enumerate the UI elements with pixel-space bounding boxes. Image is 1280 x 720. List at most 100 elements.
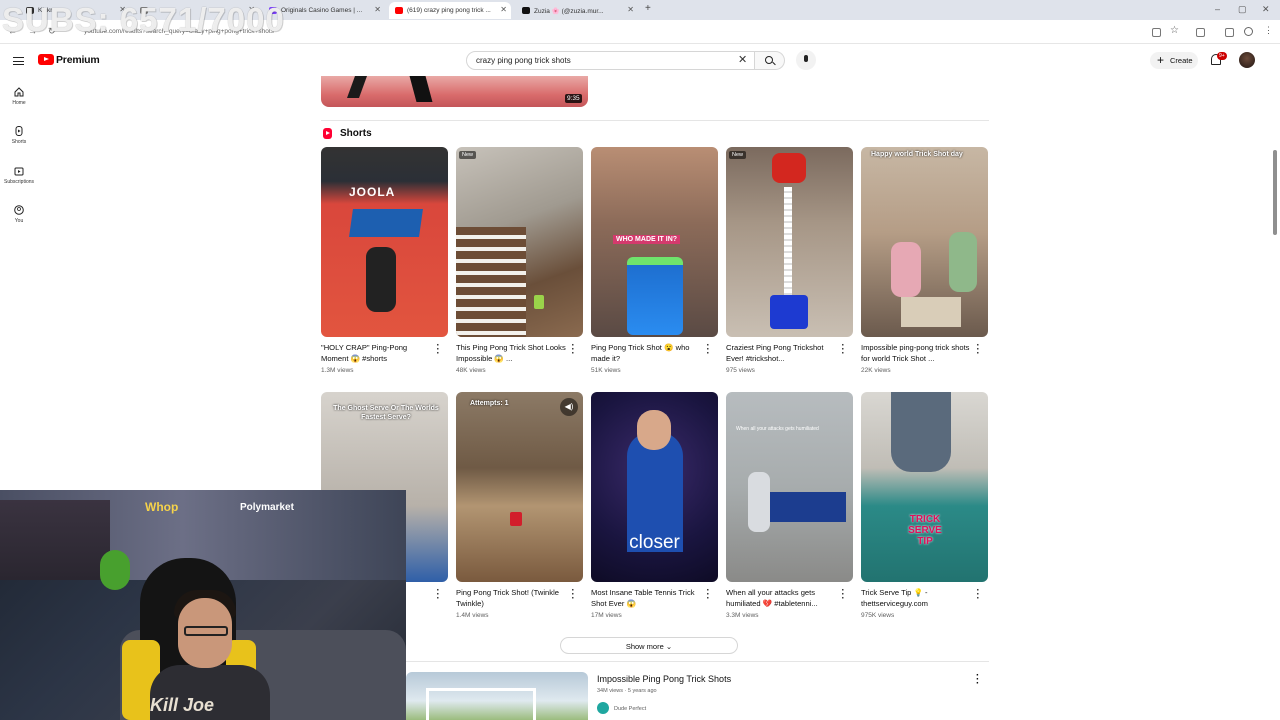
thumbnail-caption: TRICK SERVE TIP xyxy=(908,514,942,547)
cast-icon[interactable] xyxy=(1152,28,1161,37)
new-badge: New xyxy=(729,151,747,159)
short-views: 48K views xyxy=(456,367,486,374)
short-card[interactable]: WHO MADE IT IN? Ping Pong Trick Shot 😮 w… xyxy=(591,147,718,374)
bookmark-star-icon[interactable]: ☆ xyxy=(1170,25,1179,36)
shorts-icon xyxy=(15,126,23,136)
new-tab-icon[interactable]: + xyxy=(645,3,651,14)
short-views: 975 views xyxy=(726,367,755,374)
brand-label[interactable]: Premium xyxy=(56,54,100,66)
thumbnail-caption: When all your attacks gets humiliated xyxy=(736,426,819,432)
tab-close-icon[interactable]: ✕ xyxy=(374,5,381,14)
youtube-favicon xyxy=(395,7,403,14)
create-button[interactable]: + Create xyxy=(1150,52,1198,69)
more-options-icon[interactable]: · · · xyxy=(975,341,981,359)
more-options-icon[interactable]: · · · xyxy=(840,341,846,359)
sidebar-toggle-icon[interactable] xyxy=(1225,28,1234,37)
close-window-icon[interactable]: ✕ xyxy=(1262,4,1270,15)
short-views: 17M views xyxy=(591,612,622,619)
sidebar-item-home[interactable]: Home xyxy=(0,87,38,106)
mute-icon[interactable]: ◀) xyxy=(560,398,578,416)
more-options-icon[interactable]: · · · xyxy=(840,586,846,604)
more-options-icon[interactable]: · · · xyxy=(435,586,441,604)
short-title[interactable]: Trick Serve Tip 💡 - thettserviceguy.com xyxy=(861,587,973,609)
more-options-icon[interactable]: · · · xyxy=(975,586,981,604)
you-icon xyxy=(14,205,24,215)
video-thumbnail[interactable] xyxy=(406,672,588,720)
short-thumbnail[interactable]: JOOLA xyxy=(321,147,448,337)
search-button[interactable] xyxy=(755,51,785,70)
whop-sign: Whop xyxy=(145,500,179,514)
polymarket-sign: Polymarket xyxy=(240,502,294,513)
browser-tab[interactable]: Zuzia 🌸 (@zuzia.mur... ✕ xyxy=(516,2,638,19)
short-card[interactable]: closer Most Insane Table Tennis Trick Sh… xyxy=(591,392,718,619)
more-options-icon[interactable]: · · · xyxy=(705,586,711,604)
short-title[interactable]: Craziest Ping Pong Trickshot Ever! #tric… xyxy=(726,342,838,364)
maximize-icon[interactable]: ▢ xyxy=(1238,4,1247,15)
short-card[interactable]: TRICK SERVE TIP Trick Serve Tip 💡 - thet… xyxy=(861,392,988,619)
more-options-icon[interactable]: · · · xyxy=(570,341,576,359)
short-thumbnail[interactable]: WHO MADE IT IN? xyxy=(591,147,718,337)
sidebar-item-you[interactable]: You xyxy=(0,205,38,224)
short-views: 1.4M views xyxy=(456,612,489,619)
channel-avatar[interactable] xyxy=(597,702,609,714)
short-title[interactable]: This Ping Pong Trick Shot Looks Impossib… xyxy=(456,342,568,364)
short-card[interactable]: New Craziest Ping Pong Trickshot Ever! #… xyxy=(726,147,853,374)
profile-icon[interactable] xyxy=(1244,27,1253,36)
avatar[interactable] xyxy=(1239,52,1255,68)
short-title[interactable]: Ping Pong Trick Shot 😮 who made it? xyxy=(591,342,703,364)
more-options-icon[interactable]: · · · xyxy=(705,341,711,359)
short-thumbnail[interactable]: TRICK SERVE TIP xyxy=(861,392,988,582)
more-options-icon[interactable]: · · · xyxy=(435,341,441,359)
short-card[interactable]: Happy world Trick Shot day Impossible pi… xyxy=(861,147,988,374)
minimize-icon[interactable]: – xyxy=(1215,4,1220,14)
video-duration: 9:35 xyxy=(565,94,582,103)
home-icon xyxy=(14,87,24,97)
show-more-button[interactable]: Show more ⌄ xyxy=(560,637,738,654)
short-card[interactable]: JOOLA "HOLY CRAP" Ping-Pong Moment 😱 #sh… xyxy=(321,147,448,374)
browser-menu-icon[interactable]: ⋮ xyxy=(1264,25,1273,36)
channel-name[interactable]: Dude Perfect xyxy=(614,706,646,712)
short-thumbnail[interactable]: New xyxy=(456,147,583,337)
more-options-icon[interactable]: · · · xyxy=(976,671,979,689)
short-card[interactable]: When all your attacks gets humiliated Wh… xyxy=(726,392,853,619)
thumbnail-caption: The Ghost Serve Or The Worlds Fastest Se… xyxy=(333,405,439,421)
short-title[interactable]: "HOLY CRAP" Ping-Pong Moment 😱 #shorts xyxy=(321,342,433,364)
thumbnail-caption: WHO MADE IT IN? xyxy=(613,235,681,244)
short-title[interactable]: Most Insane Table Tennis Trick Shot Ever… xyxy=(591,587,703,609)
sidebar-item-shorts[interactable]: Shorts xyxy=(0,126,38,145)
subscriptions-icon xyxy=(14,167,24,176)
video-thumbnail[interactable] xyxy=(321,76,588,107)
search-input[interactable]: crazy ping pong trick shots xyxy=(466,51,755,70)
short-card[interactable]: New This Ping Pong Trick Shot Looks Impo… xyxy=(456,147,583,374)
short-thumbnail[interactable]: Happy world Trick Shot day xyxy=(861,147,988,337)
youtube-logo-icon[interactable] xyxy=(38,54,54,65)
more-options-icon[interactable]: · · · xyxy=(570,586,576,604)
extensions-icon[interactable] xyxy=(1196,28,1205,37)
short-card[interactable]: Attempts: 1 ◀) Ping Pong Trick Shot! (Tw… xyxy=(456,392,583,619)
tab-close-icon[interactable]: ✕ xyxy=(627,5,634,14)
plus-icon: + xyxy=(1157,53,1165,67)
short-views: 975K views xyxy=(861,612,895,619)
short-title[interactable]: Ping Pong Trick Shot! (Twinkle Twinkle) xyxy=(456,587,568,609)
voice-search-button[interactable] xyxy=(796,50,816,70)
short-thumbnail[interactable]: When all your attacks gets humiliated xyxy=(726,392,853,582)
subs-counter-overlay: SUBS: 6571/7000 xyxy=(2,1,285,38)
short-title[interactable]: When all your attacks gets humiliated 💔 … xyxy=(726,587,838,609)
short-thumbnail[interactable]: Attempts: 1 ◀) xyxy=(456,392,583,582)
sidebar-item-subscriptions[interactable]: Subscriptions xyxy=(0,166,38,185)
scrollbar-thumb[interactable] xyxy=(1273,150,1277,235)
video-meta: 34M views · 5 years ago xyxy=(597,688,657,694)
webcam-overlay: Whop Polymarket Kill Joe xyxy=(0,490,406,720)
short-views: 22K views xyxy=(861,367,891,374)
browser-tab-active[interactable]: (619) crazy ping pong trick ... ✕ xyxy=(389,2,511,19)
short-views: 1.3M views xyxy=(321,367,354,374)
video-title[interactable]: Impossible Ping Pong Trick Shots xyxy=(597,674,731,684)
tab-close-icon[interactable]: ✕ xyxy=(500,5,507,14)
short-thumbnail[interactable]: New xyxy=(726,147,853,337)
short-thumbnail[interactable]: closer xyxy=(591,392,718,582)
short-title[interactable]: Impossible ping-pong trick shots for wor… xyxy=(861,342,973,364)
divider xyxy=(321,120,989,121)
clear-search-icon[interactable]: ✕ xyxy=(738,53,747,66)
section-title: Shorts xyxy=(340,128,372,139)
hamburger-menu-icon[interactable] xyxy=(13,57,24,65)
